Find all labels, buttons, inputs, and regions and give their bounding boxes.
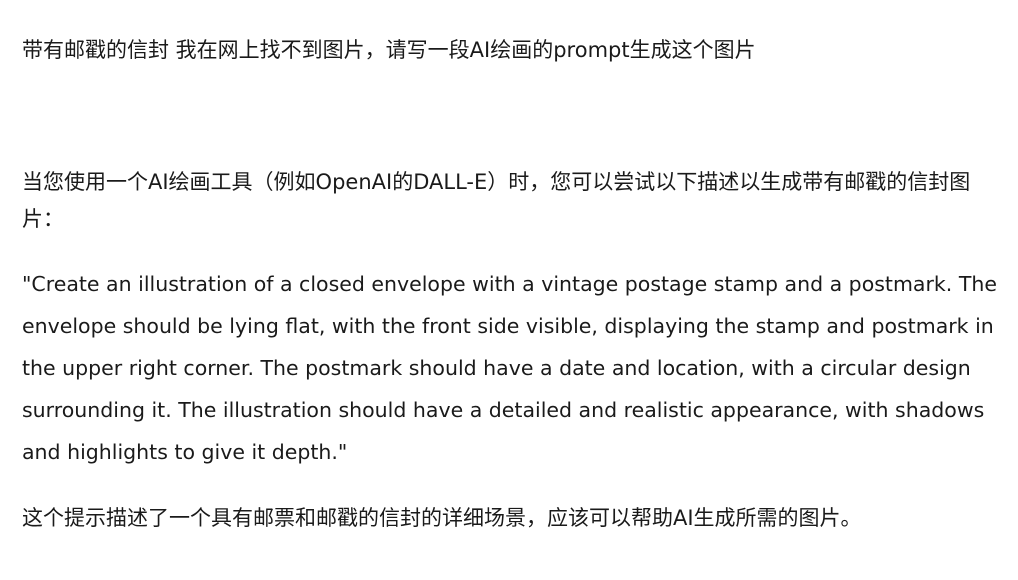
- assistant-intro-paragraph: 当您使用一个AI绘画工具（例如OpenAI的DALL-E）时，您可以尝试以下描述…: [22, 170, 971, 231]
- assistant-message: 当您使用一个AI绘画工具（例如OpenAI的DALL-E）时，您可以尝试以下描述…: [22, 164, 1000, 534]
- user-message: 带有邮戳的信封 我在网上找不到图片，请写一段AI绘画的prompt生成这个图片: [22, 38, 756, 62]
- assistant-summary-paragraph: 这个提示描述了一个具有邮票和邮戳的信封的详细场景，应该可以帮助AI生成所需的图片…: [22, 506, 862, 530]
- assistant-prompt-paragraph: "Create an illustration of a closed enve…: [22, 272, 997, 464]
